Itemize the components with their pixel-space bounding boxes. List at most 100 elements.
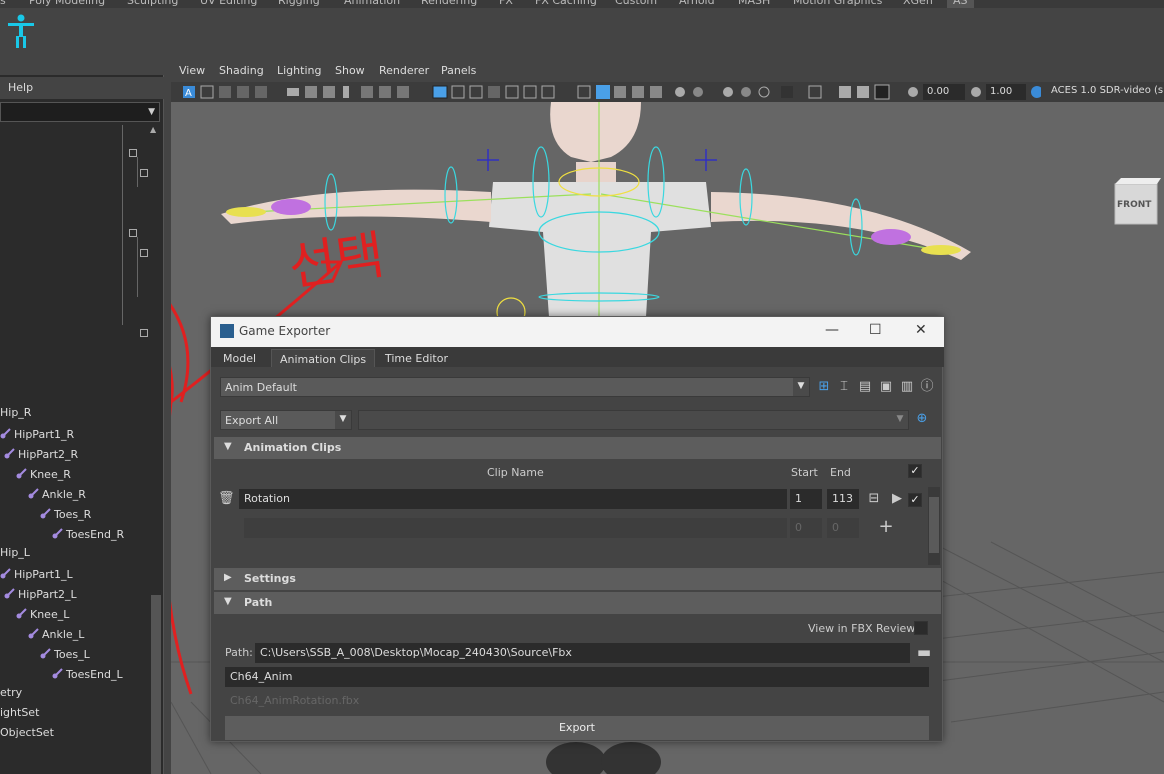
- shelf-tab-rendering[interactable]: Rendering: [421, 0, 477, 8]
- shelf-tab-xgen[interactable]: XGen: [903, 0, 933, 8]
- shelf-tab[interactable]: s: [0, 0, 6, 8]
- outliner-item[interactable]: HipPart2_L: [4, 586, 77, 604]
- shelf-tab-poly-modeling[interactable]: Poly Modeling: [29, 0, 105, 8]
- outliner-item[interactable]: Knee_L: [16, 606, 69, 624]
- viewport-menu-panels[interactable]: Panels: [441, 64, 476, 77]
- window-title-bar[interactable]: Game Exporter — ☐ ✕: [211, 317, 944, 347]
- new-clip-end-field[interactable]: 0: [827, 518, 859, 538]
- exposure-field[interactable]: 0.00: [923, 84, 965, 100]
- viewport-menu-show[interactable]: Show: [335, 64, 365, 77]
- tree-collapse-box[interactable]: [140, 329, 148, 337]
- color-space-label[interactable]: ACES 1.0 SDR-video (s: [1051, 85, 1163, 96]
- shelf-tab-custom[interactable]: Custom: [615, 0, 657, 8]
- shelf-tab-as[interactable]: AS: [947, 0, 974, 8]
- clip-export-checkbox[interactable]: ✓: [908, 493, 922, 507]
- tab-animation-clips[interactable]: Animation Clips: [271, 349, 376, 367]
- maximize-icon[interactable]: ☐: [869, 322, 882, 338]
- export-button[interactable]: Export: [225, 716, 929, 740]
- outliner-item[interactable]: Ankle_R: [28, 486, 86, 504]
- browse-folder-icon[interactable]: ▬: [916, 644, 932, 660]
- maya-app-icon: [220, 324, 234, 338]
- add-preset-icon[interactable]: ⊞: [816, 379, 832, 395]
- joint-icon: [4, 587, 15, 599]
- outliner-item[interactable]: etry: [0, 686, 22, 704]
- outliner-item[interactable]: Toes_R: [40, 506, 91, 524]
- trash-icon[interactable]: 🗑: [218, 491, 235, 507]
- expanded-triangle-icon: ▼: [224, 441, 232, 452]
- close-icon[interactable]: ✕: [915, 322, 927, 338]
- shelf-tab-mash[interactable]: MASH: [738, 0, 770, 8]
- open-folder-icon[interactable]: ▤: [857, 379, 873, 395]
- outliner-item[interactable]: ToesEnd_L: [52, 666, 123, 684]
- outliner-item[interactable]: HipPart2_R: [4, 446, 78, 464]
- shelf-tab-motion-graphics[interactable]: Motion Graphics: [793, 0, 882, 8]
- shelf-tab-fx-caching[interactable]: FX Caching: [535, 0, 597, 8]
- outliner-item[interactable]: ToesEnd_R: [52, 526, 124, 544]
- file-prefix-field[interactable]: Ch64_Anim: [225, 667, 929, 687]
- scrollbar-thumb[interactable]: [929, 497, 939, 553]
- outliner-item[interactable]: HipPart1_L: [0, 566, 73, 584]
- add-clip-icon[interactable]: +: [878, 518, 894, 536]
- view-in-fbx-review-checkbox[interactable]: [914, 621, 928, 635]
- add-selection-set-icon[interactable]: ⊕: [914, 411, 930, 427]
- new-clip-name-field[interactable]: [244, 518, 787, 538]
- gamma-field[interactable]: 1.00: [986, 84, 1026, 100]
- clip-start-field[interactable]: 1: [790, 489, 822, 509]
- section-animation-clips[interactable]: ▼ Animation Clips: [214, 437, 941, 459]
- viewport-menu-renderer[interactable]: Renderer: [379, 64, 429, 77]
- outliner-item[interactable]: Ankle_L: [28, 626, 84, 644]
- outliner-menu-help[interactable]: Help: [8, 81, 33, 94]
- minimize-icon[interactable]: —: [825, 322, 839, 338]
- rename-preset-icon[interactable]: ⌶: [836, 379, 852, 395]
- outliner-filter-dropdown[interactable]: ▼: [0, 102, 160, 122]
- view-cube[interactable]: FRONT: [1111, 178, 1161, 230]
- save-preset-icon[interactable]: ▣: [878, 379, 894, 395]
- outliner-item[interactable]: HipPart1_R: [0, 426, 74, 444]
- shelf-tab-fx[interactable]: FX: [499, 0, 513, 8]
- path-field[interactable]: C:\Users\SSB_A_008\Desktop\Mocap_240430\…: [255, 643, 910, 663]
- tree-collapse-box[interactable]: [129, 149, 137, 157]
- humanik-character-icon[interactable]: [4, 12, 38, 50]
- viewport-menu-lighting[interactable]: Lighting: [277, 64, 321, 77]
- joint-icon: [52, 527, 63, 539]
- shelf-tab-arnold[interactable]: Arnold: [679, 0, 715, 8]
- scroll-up-icon[interactable]: ▲: [150, 125, 156, 134]
- viewport-menu-shading[interactable]: Shading: [219, 64, 264, 77]
- viewport-toolbar-icons[interactable]: A: [171, 82, 1041, 102]
- shelf-tab-sculpting[interactable]: Sculpting: [127, 0, 178, 8]
- play-icon[interactable]: ▶: [889, 491, 905, 507]
- tree-collapse-box[interactable]: [129, 229, 137, 237]
- tree-collapse-box[interactable]: [140, 169, 148, 177]
- clip-name-field[interactable]: Rotation: [239, 489, 787, 509]
- selection-set-dropdown[interactable]: ▼: [358, 410, 909, 430]
- preset-dropdown[interactable]: Anim Default ▼: [220, 377, 810, 397]
- tab-time-editor[interactable]: Time Editor: [377, 349, 456, 367]
- joint-icon: [40, 507, 51, 519]
- section-settings[interactable]: ▶ Settings: [214, 568, 941, 590]
- outliner-item[interactable]: Hip_R: [0, 406, 31, 424]
- delete-preset-icon[interactable]: ▥: [899, 379, 915, 395]
- clips-scrollbar[interactable]: [928, 487, 940, 565]
- shelf-tab-animation[interactable]: Animation: [344, 0, 400, 8]
- help-icon[interactable]: ⓘ: [919, 379, 935, 395]
- section-path[interactable]: ▼ Path: [214, 592, 941, 614]
- joint-icon: [16, 607, 27, 619]
- new-clip-start-field[interactable]: 0: [790, 518, 822, 538]
- outliner-item[interactable]: ightSet: [0, 706, 39, 724]
- outliner-scrollbar[interactable]: ▲: [150, 125, 162, 774]
- viewport-menu-view[interactable]: View: [179, 64, 205, 77]
- outliner-item[interactable]: ObjectSet: [0, 726, 54, 744]
- tree-collapse-box[interactable]: [140, 249, 148, 257]
- set-range-icon[interactable]: ⊟: [866, 491, 882, 507]
- select-all-checkbox[interactable]: ✓: [908, 464, 922, 478]
- outliner-item[interactable]: Hip_L: [0, 546, 30, 564]
- outliner-item[interactable]: Toes_L: [40, 646, 90, 664]
- shelf-tab-uv-editing[interactable]: UV Editing: [200, 0, 257, 8]
- tab-model[interactable]: Model: [215, 349, 264, 367]
- clip-end-field[interactable]: 113: [827, 489, 859, 509]
- shelf-tab-rigging[interactable]: Rigging: [278, 0, 320, 8]
- outliner-item[interactable]: Knee_R: [16, 466, 71, 484]
- tree-line: [137, 157, 138, 187]
- scrollbar-thumb[interactable]: [151, 595, 161, 774]
- export-mode-dropdown[interactable]: Export All ▼: [220, 410, 352, 430]
